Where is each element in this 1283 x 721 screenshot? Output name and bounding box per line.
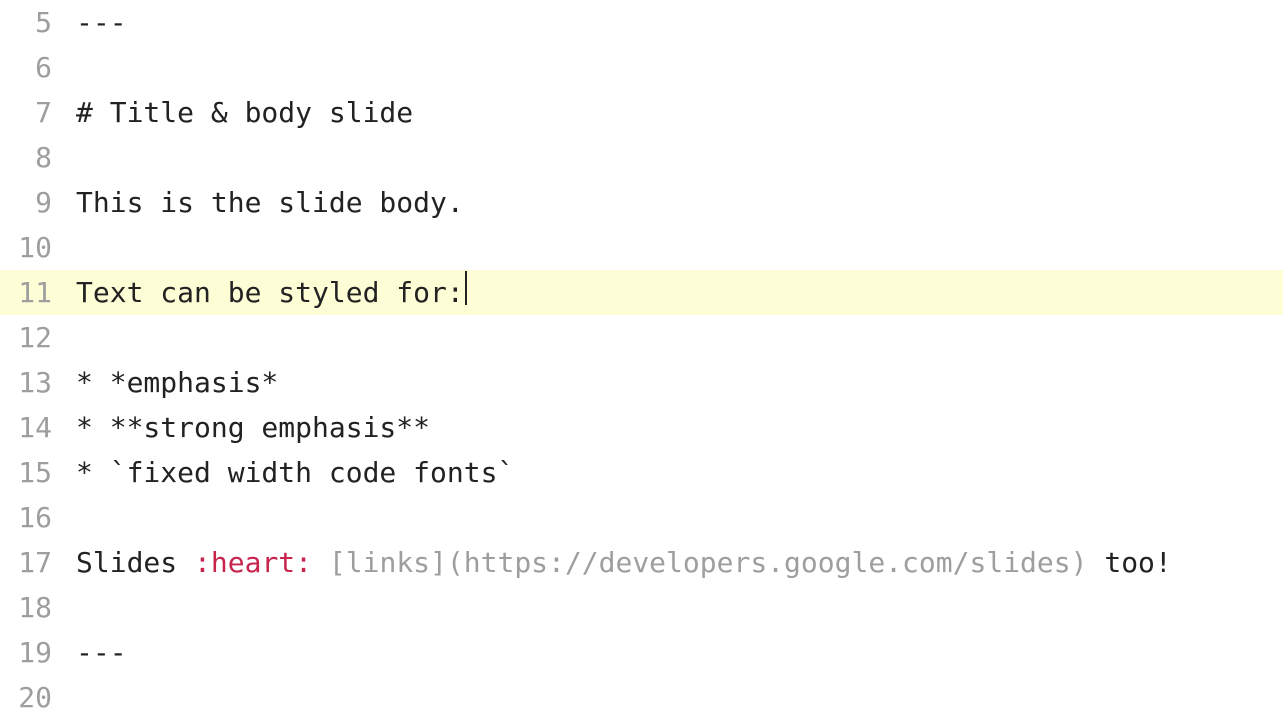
editor-line[interactable]: 9This is the slide body. <box>0 180 1283 225</box>
line-content[interactable]: Slides :heart: [links](https://developer… <box>70 540 1283 585</box>
code-token: # Title & body slide <box>76 96 413 129</box>
line-content[interactable]: * *emphasis* <box>70 360 1283 405</box>
line-number: 12 <box>0 315 70 360</box>
editor-line[interactable]: 18 <box>0 585 1283 630</box>
line-number: 11 <box>0 270 70 315</box>
line-content[interactable]: * `fixed width code fonts` <box>70 450 1283 495</box>
line-content[interactable]: Text can be styled for: <box>70 270 1283 315</box>
code-token: * **strong emphasis** <box>76 411 430 444</box>
line-number: 6 <box>0 45 70 90</box>
line-number: 15 <box>0 450 70 495</box>
code-token: [links](https://developers.google.com/sl… <box>329 546 1088 579</box>
editor-line[interactable]: 19--- <box>0 630 1283 675</box>
line-number: 16 <box>0 495 70 540</box>
line-number: 9 <box>0 180 70 225</box>
code-token: * *emphasis* <box>76 366 278 399</box>
code-token <box>312 546 329 579</box>
code-token: Text can be styled for: <box>76 276 464 309</box>
editor-line[interactable]: 11Text can be styled for: <box>0 270 1283 315</box>
editor-line[interactable]: 7# Title & body slide <box>0 90 1283 135</box>
editor-line[interactable]: 10 <box>0 225 1283 270</box>
editor-line[interactable]: 13* *emphasis* <box>0 360 1283 405</box>
line-content[interactable]: # Title & body slide <box>70 90 1283 135</box>
line-number: 14 <box>0 405 70 450</box>
code-token: Slides <box>76 546 194 579</box>
editor-line[interactable]: 6 <box>0 45 1283 90</box>
line-number: 8 <box>0 135 70 180</box>
editor-line[interactable]: 20 <box>0 675 1283 720</box>
editor-line[interactable]: 12 <box>0 315 1283 360</box>
line-number: 20 <box>0 675 70 720</box>
line-number: 7 <box>0 90 70 135</box>
line-content[interactable]: * **strong emphasis** <box>70 405 1283 450</box>
line-content[interactable]: This is the slide body. <box>70 180 1283 225</box>
line-content[interactable]: --- <box>70 630 1283 675</box>
editor-line[interactable]: 15* `fixed width code fonts` <box>0 450 1283 495</box>
editor-line[interactable]: 16 <box>0 495 1283 540</box>
line-number: 18 <box>0 585 70 630</box>
code-token: --- <box>76 636 127 669</box>
editor-line[interactable]: 5--- <box>0 0 1283 45</box>
text-cursor <box>465 271 467 305</box>
line-number: 19 <box>0 630 70 675</box>
line-content[interactable]: --- <box>70 0 1283 45</box>
code-token: too! <box>1087 546 1171 579</box>
editor-line[interactable]: 8 <box>0 135 1283 180</box>
line-number: 17 <box>0 540 70 585</box>
editor-line[interactable]: 17Slides :heart: [links](https://develop… <box>0 540 1283 585</box>
line-number: 13 <box>0 360 70 405</box>
code-token: * `fixed width code fonts` <box>76 456 514 489</box>
code-token: This is the slide body. <box>76 186 464 219</box>
line-number: 10 <box>0 225 70 270</box>
code-editor[interactable]: 5---67# Title & body slide89This is the … <box>0 0 1283 721</box>
editor-line[interactable]: 14* **strong emphasis** <box>0 405 1283 450</box>
code-token: :heart: <box>194 546 312 579</box>
line-number: 5 <box>0 0 70 45</box>
code-token: --- <box>76 6 127 39</box>
